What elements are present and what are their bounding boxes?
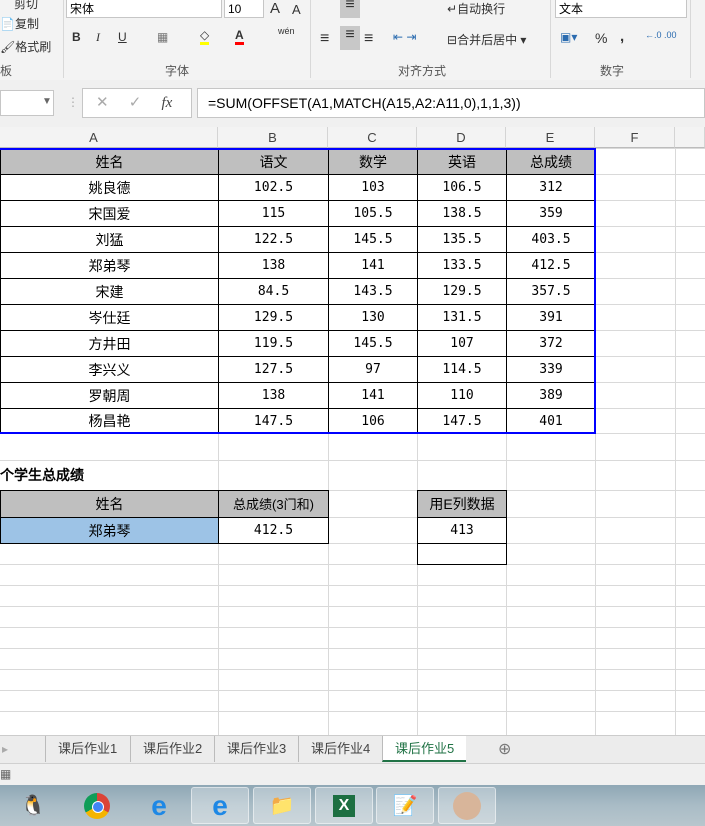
section-title[interactable]: 个学生总成绩 bbox=[0, 460, 219, 491]
alignment-group-label: 对齐方式 bbox=[398, 64, 447, 78]
percent-button[interactable]: % bbox=[595, 30, 607, 46]
status-bar: ▦ bbox=[0, 763, 705, 786]
sheet-tab[interactable]: 课后作业4 bbox=[298, 736, 382, 762]
clipboard-group-label: 板 bbox=[0, 64, 13, 78]
font-size-select[interactable]: 10 bbox=[224, 0, 264, 18]
sheet-tab-bar: ▸ 课后作业1 课后作业2 课后作业3 课后作业4 课后作业5 ⊕ bbox=[0, 735, 705, 764]
column-header-A[interactable]: A bbox=[0, 127, 218, 148]
column-header-E[interactable]: E bbox=[506, 127, 595, 148]
notepad-icon[interactable]: 📝 bbox=[376, 787, 434, 824]
column-header-F[interactable]: F bbox=[595, 127, 675, 148]
shrink-font-button[interactable]: A bbox=[292, 2, 301, 17]
format-painter-button[interactable]: 🖌格式刷 bbox=[0, 38, 51, 55]
column-header-C[interactable]: C bbox=[328, 127, 417, 148]
qq-icon[interactable]: 🐧 bbox=[4, 787, 62, 824]
font-name-select[interactable]: 宋体 bbox=[66, 0, 222, 18]
align-right-icon[interactable]: ≡ bbox=[364, 30, 373, 48]
copy-label: 复制 bbox=[14, 17, 39, 31]
number-group-label: 数字 bbox=[600, 64, 625, 78]
format-painter-label: 格式刷 bbox=[15, 40, 52, 54]
wrap-text-button[interactable]: ↵自动换行 bbox=[447, 0, 505, 17]
currency-icon[interactable]: ▣▾ bbox=[560, 30, 577, 44]
formula-input[interactable]: =SUM(OFFSET(A1,MATCH(A15,A2:A11,0),1,1,3… bbox=[197, 88, 705, 118]
merge-center-label: 合并后居中 bbox=[457, 33, 518, 47]
cut-button[interactable]: 剪切 bbox=[14, 0, 38, 12]
file-explorer-icon[interactable]: 📁 bbox=[253, 787, 311, 824]
gridline bbox=[0, 564, 705, 565]
column-header-extra[interactable] bbox=[675, 127, 705, 148]
e-column-header[interactable]: 用E列数据 bbox=[417, 490, 507, 518]
lookup-total-value[interactable]: 412.5 bbox=[218, 517, 329, 544]
indent-icons[interactable]: ⇤ ⇥ bbox=[393, 30, 416, 44]
gridline bbox=[0, 669, 705, 670]
sheet-tab[interactable]: 课后作业1 bbox=[45, 736, 129, 762]
align-center-icon[interactable]: ≡ bbox=[340, 26, 360, 50]
font-group-label: 字体 bbox=[165, 64, 190, 78]
gridline bbox=[0, 648, 705, 649]
border-icon[interactable]: ▦ bbox=[157, 30, 168, 44]
phonetic-icon[interactable]: wén bbox=[278, 26, 295, 36]
bold-button[interactable]: B bbox=[72, 30, 81, 44]
gridline bbox=[0, 627, 705, 628]
ribbon: 剪切 📄复制 🖌格式刷 板 宋体 10 A A B I U ▦ ◇ A wén … bbox=[0, 0, 705, 81]
copy-button[interactable]: 📄复制 bbox=[0, 15, 39, 32]
sheet-tab[interactable]: 课后作业2 bbox=[130, 736, 214, 762]
scroll-tabs-icon[interactable]: ▸ bbox=[2, 742, 8, 756]
selection-border bbox=[0, 148, 596, 434]
more-icon: ⋮ bbox=[67, 95, 79, 109]
column-header-B[interactable]: B bbox=[218, 127, 328, 148]
gridline bbox=[0, 606, 705, 607]
chevron-down-icon[interactable]: ▼ bbox=[42, 96, 52, 107]
fill-color-icon[interactable]: ◇ bbox=[200, 28, 210, 45]
underline-button[interactable]: U bbox=[118, 30, 127, 44]
chrome-icon[interactable] bbox=[68, 787, 126, 824]
empty-cell[interactable] bbox=[417, 543, 507, 565]
formula-buttons: ✕ ✓ fx bbox=[82, 88, 192, 118]
ie-icon[interactable]: e bbox=[130, 787, 188, 824]
comma-button[interactable]: , bbox=[620, 28, 624, 45]
lookup-name-header[interactable]: 姓名 bbox=[0, 490, 219, 518]
formula-bar: ▼ ⋮ ✕ ✓ fx =SUM(OFFSET(A1,MATCH(A15,A2:A… bbox=[0, 80, 705, 127]
align-middle-icon[interactable]: ≡ bbox=[340, 0, 360, 18]
wrap-text-label: 自动换行 bbox=[457, 2, 506, 16]
align-left-icon[interactable]: ≡ bbox=[320, 30, 329, 48]
add-sheet-icon[interactable]: ⊕ bbox=[498, 739, 511, 759]
page-layout-icon[interactable]: ▦ bbox=[0, 767, 11, 781]
sheet-tab[interactable]: 课后作业5 bbox=[382, 736, 467, 762]
merge-center-button[interactable]: ⊟合并后居中 ▾ bbox=[447, 31, 526, 48]
user-avatar-icon[interactable] bbox=[438, 787, 496, 824]
excel-icon[interactable]: X bbox=[315, 787, 373, 824]
enter-icon[interactable]: ✓ bbox=[129, 94, 142, 111]
taskbar: 🐧 e e 📁 X 📝 bbox=[0, 785, 705, 826]
lookup-name-input[interactable]: 郑弟琴 bbox=[0, 517, 219, 544]
cancel-icon[interactable]: ✕ bbox=[96, 94, 109, 111]
gridline bbox=[0, 585, 705, 586]
italic-button[interactable]: I bbox=[96, 30, 100, 45]
gridline bbox=[675, 148, 676, 735]
gridline bbox=[0, 690, 705, 691]
grow-font-button[interactable]: A bbox=[270, 0, 280, 17]
column-header-D[interactable]: D bbox=[417, 127, 506, 148]
decimal-icons[interactable]: ←.0 .00 bbox=[645, 30, 677, 40]
number-format-select[interactable]: 文本 bbox=[555, 0, 687, 18]
fx-icon[interactable]: fx bbox=[162, 95, 173, 111]
ie-active-icon[interactable]: e bbox=[191, 787, 249, 824]
lookup-total-header[interactable]: 总成绩(3门和) bbox=[218, 490, 329, 518]
e-column-value[interactable]: 413 bbox=[417, 517, 507, 544]
sheet-tab[interactable]: 课后作业3 bbox=[214, 736, 298, 762]
gridline bbox=[0, 711, 705, 712]
font-color-icon[interactable]: A bbox=[235, 28, 244, 45]
